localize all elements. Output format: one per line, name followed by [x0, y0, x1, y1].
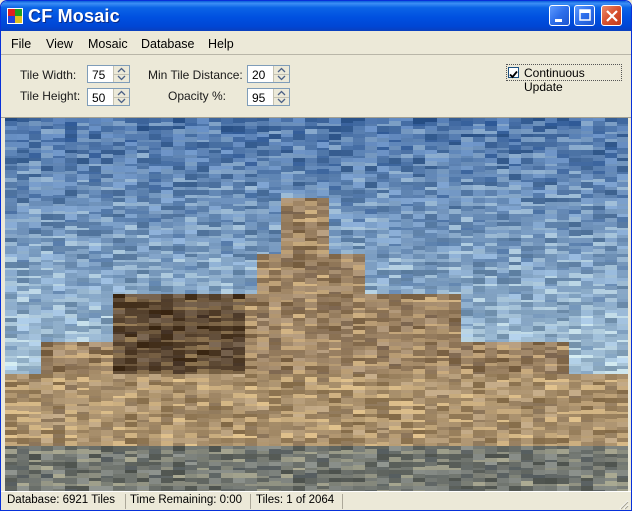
tile-width-value[interactable]: 75 [92, 68, 105, 82]
spin-down-icon[interactable] [274, 74, 289, 82]
tile-width-spinner[interactable]: 75 [87, 65, 130, 83]
spin-down-icon[interactable] [274, 97, 289, 105]
min-tile-distance-label: Min Tile Distance: [148, 68, 243, 82]
min-tile-distance-value[interactable]: 20 [252, 68, 265, 82]
menu-database[interactable]: Database [141, 37, 195, 51]
continuous-update-label: Continuous Update [524, 66, 585, 94]
app-window: CF Mosaic File View Mosaic Database Help… [0, 0, 632, 511]
window-title: CF Mosaic [28, 6, 120, 26]
mosaic-image [5, 118, 628, 491]
tile-height-value[interactable]: 50 [92, 91, 105, 105]
menu-help[interactable]: Help [208, 37, 234, 51]
maximize-button[interactable] [574, 5, 595, 26]
continuous-update-checkbox[interactable]: Continuous Update [506, 64, 622, 94]
opacity-label: Opacity %: [168, 89, 227, 103]
checkmark-icon [509, 70, 518, 79]
menu-mosaic[interactable]: Mosaic [88, 37, 128, 51]
status-time-remaining: Time Remaining: 0:00 [128, 494, 251, 509]
menu-file[interactable]: File [11, 37, 31, 51]
menu-bar: File View Mosaic Database Help [1, 32, 631, 55]
spin-down-icon[interactable] [114, 97, 129, 105]
minimize-button[interactable] [549, 5, 570, 26]
checkbox-box[interactable] [508, 67, 519, 79]
maximize-icon [579, 9, 591, 21]
minimize-icon [555, 19, 562, 22]
resize-grip-icon[interactable] [617, 498, 629, 510]
status-bar: Database: 6921 Tiles Time Remaining: 0:0… [1, 491, 631, 510]
tile-width-label: Tile Width: [20, 68, 77, 82]
status-tiles: Tiles: 1 of 2064 [254, 494, 343, 509]
min-tile-distance-spinner[interactable]: 20 [247, 65, 290, 83]
title-bar[interactable]: CF Mosaic [1, 1, 631, 31]
settings-panel: Tile Width: 75 Tile Height: 50 Min Tile … [1, 55, 631, 118]
tile-height-label: Tile Height: [20, 89, 81, 103]
mosaic-canvas[interactable] [5, 118, 628, 491]
close-button[interactable] [601, 5, 622, 26]
status-database: Database: 6921 Tiles [5, 494, 126, 509]
spin-down-icon[interactable] [114, 74, 129, 82]
close-icon [606, 10, 618, 22]
opacity-value[interactable]: 95 [252, 91, 265, 105]
app-icon [7, 8, 23, 24]
menu-view[interactable]: View [46, 37, 73, 51]
opacity-spinner[interactable]: 95 [247, 88, 290, 106]
tile-height-spinner[interactable]: 50 [87, 88, 130, 106]
